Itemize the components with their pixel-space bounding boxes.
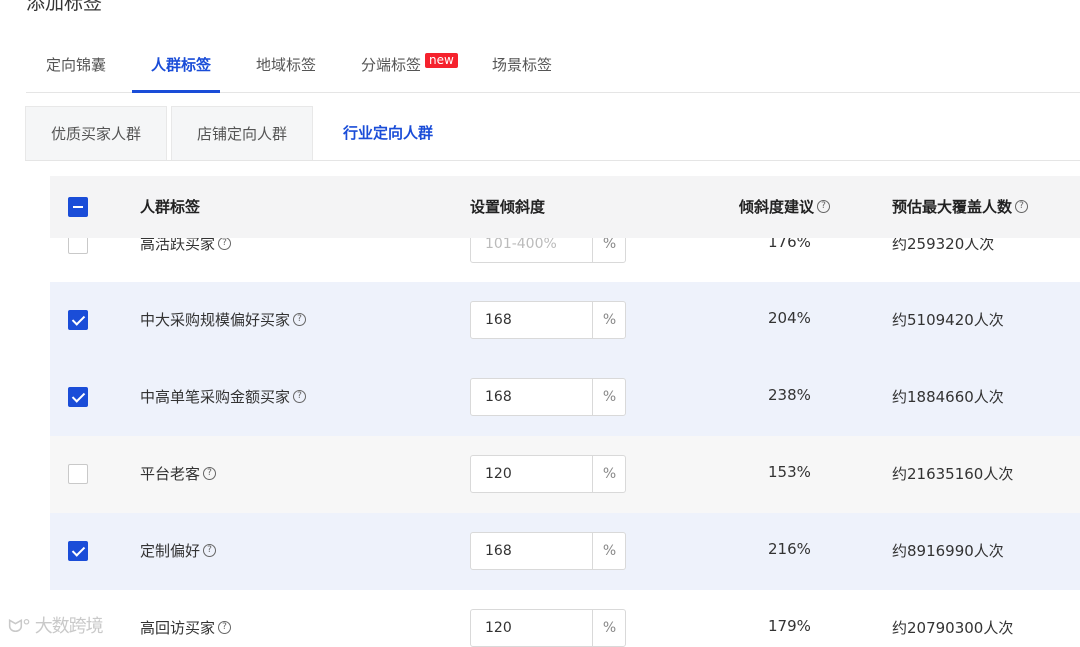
header-slope: 设置倾斜度 xyxy=(470,198,546,216)
table-row: 中高单笔采购金额买家? % 238% 约1884660人次 xyxy=(50,359,1080,436)
select-all-checkbox[interactable] xyxy=(68,197,88,217)
suggestion-value: 216% xyxy=(768,540,811,558)
coverage-value: 约5109420人次 xyxy=(892,311,1004,329)
table-row: 高回访买家? % 179% 约20790300人次 xyxy=(50,590,1080,647)
active-tab-indicator xyxy=(132,90,220,93)
help-icon[interactable]: ? xyxy=(218,237,232,250)
slope-input[interactable] xyxy=(471,379,591,415)
tab-device-tags[interactable]: 分端标签 new xyxy=(361,53,458,75)
tab-device-tags-label: 分端标签 xyxy=(361,56,422,74)
coverage-value: 约21635160人次 xyxy=(892,465,1014,483)
table-row: 定制偏好? % 216% 约8916990人次 xyxy=(50,513,1080,590)
header-suggestion-label: 倾斜度建议 xyxy=(739,198,815,216)
tab-audience-tags[interactable]: 人群标签 xyxy=(151,54,211,75)
header-suggestion: 倾斜度建议? xyxy=(739,176,831,238)
suggestion-value: 204% xyxy=(768,309,811,327)
suggestion-value: 153% xyxy=(768,463,811,481)
coverage-value: 约1884660人次 xyxy=(892,388,1004,406)
help-icon[interactable]: ? xyxy=(203,467,217,480)
secondary-tabs: 优质买家人群 店铺定向人群 行业定向人群 xyxy=(25,106,1080,161)
slope-input[interactable] xyxy=(471,610,591,646)
help-icon[interactable]: ? xyxy=(817,200,831,213)
tag-name: 定制偏好? xyxy=(140,540,217,561)
tab-targeting-tips[interactable]: 定向锦囊 xyxy=(46,54,106,75)
header-coverage-label: 预估最大覆盖人数 xyxy=(892,198,1013,216)
slope-input[interactable] xyxy=(471,302,591,338)
watermark: ᗢ° 大数跨境 xyxy=(8,612,104,638)
slope-input-group: % xyxy=(470,378,626,416)
tag-name: 平台老客? xyxy=(140,463,217,484)
percent-unit: % xyxy=(592,379,626,415)
table-header: 人群标签 设置倾斜度 倾斜度建议? 预估最大覆盖人数? xyxy=(50,176,1080,238)
percent-unit: % xyxy=(592,533,626,569)
header-coverage: 预估最大覆盖人数? xyxy=(892,176,1029,238)
tag-name-label: 高回访买家 xyxy=(140,619,216,637)
coverage-value: 约8916990人次 xyxy=(892,542,1004,560)
subtab-industry-audience[interactable]: 行业定向人群 xyxy=(317,106,459,160)
suggestion-value: 238% xyxy=(768,386,811,404)
row-checkbox[interactable] xyxy=(68,310,88,330)
row-checkbox[interactable] xyxy=(68,464,88,484)
help-icon[interactable]: ? xyxy=(293,313,307,326)
help-icon[interactable]: ? xyxy=(1015,200,1029,213)
help-icon[interactable]: ? xyxy=(293,390,307,403)
table-body: 高活跃买家? % 176% 约259320人次 中大采购规模偏好买家? % 20… xyxy=(50,176,1080,647)
tag-name-label: 中大采购规模偏好买家 xyxy=(140,311,291,329)
tag-name-label: 定制偏好 xyxy=(140,542,201,560)
slope-input-group: % xyxy=(470,532,626,570)
tag-name-label: 中高单笔采购金额买家 xyxy=(140,388,291,406)
subtab-quality-buyers[interactable]: 优质买家人群 xyxy=(25,106,167,160)
percent-unit: % xyxy=(592,610,626,646)
percent-unit: % xyxy=(592,302,626,338)
percent-unit: % xyxy=(592,456,626,492)
tag-name-label: 平台老客 xyxy=(140,465,201,483)
row-checkbox[interactable] xyxy=(68,541,88,561)
new-badge: new xyxy=(425,53,458,68)
help-icon[interactable]: ? xyxy=(203,544,217,557)
slope-input[interactable] xyxy=(471,533,591,569)
suggestion-value: 179% xyxy=(768,617,811,635)
help-icon[interactable]: ? xyxy=(218,621,232,634)
slope-input-group: % xyxy=(470,609,626,647)
page-title: 添加标签 xyxy=(26,0,103,14)
watermark-text: 大数跨境 xyxy=(34,616,104,637)
subtab-shop-audience[interactable]: 店铺定向人群 xyxy=(171,106,313,160)
primary-tabs: 定向锦囊 人群标签 地域标签 分端标签 new 场景标签 xyxy=(26,46,1080,93)
table-row: 中大采购规模偏好买家? % 204% 约5109420人次 xyxy=(50,282,1080,359)
row-checkbox[interactable] xyxy=(68,387,88,407)
tab-region-tags[interactable]: 地域标签 xyxy=(256,54,316,75)
watermark-logo-icon: ᗢ° xyxy=(8,616,31,637)
slope-input-group: % xyxy=(470,301,626,339)
tag-name: 中高单笔采购金额买家? xyxy=(140,386,307,407)
coverage-value: 约20790300人次 xyxy=(892,619,1014,637)
header-tag: 人群标签 xyxy=(140,198,201,216)
slope-input-group: % xyxy=(470,455,626,493)
slope-input[interactable] xyxy=(471,456,591,492)
tag-name: 高回访买家? xyxy=(140,617,232,638)
tab-scene-tags[interactable]: 场景标签 xyxy=(492,54,552,75)
tag-name: 中大采购规模偏好买家? xyxy=(140,309,307,330)
table-row: 平台老客? % 153% 约21635160人次 xyxy=(50,436,1080,513)
